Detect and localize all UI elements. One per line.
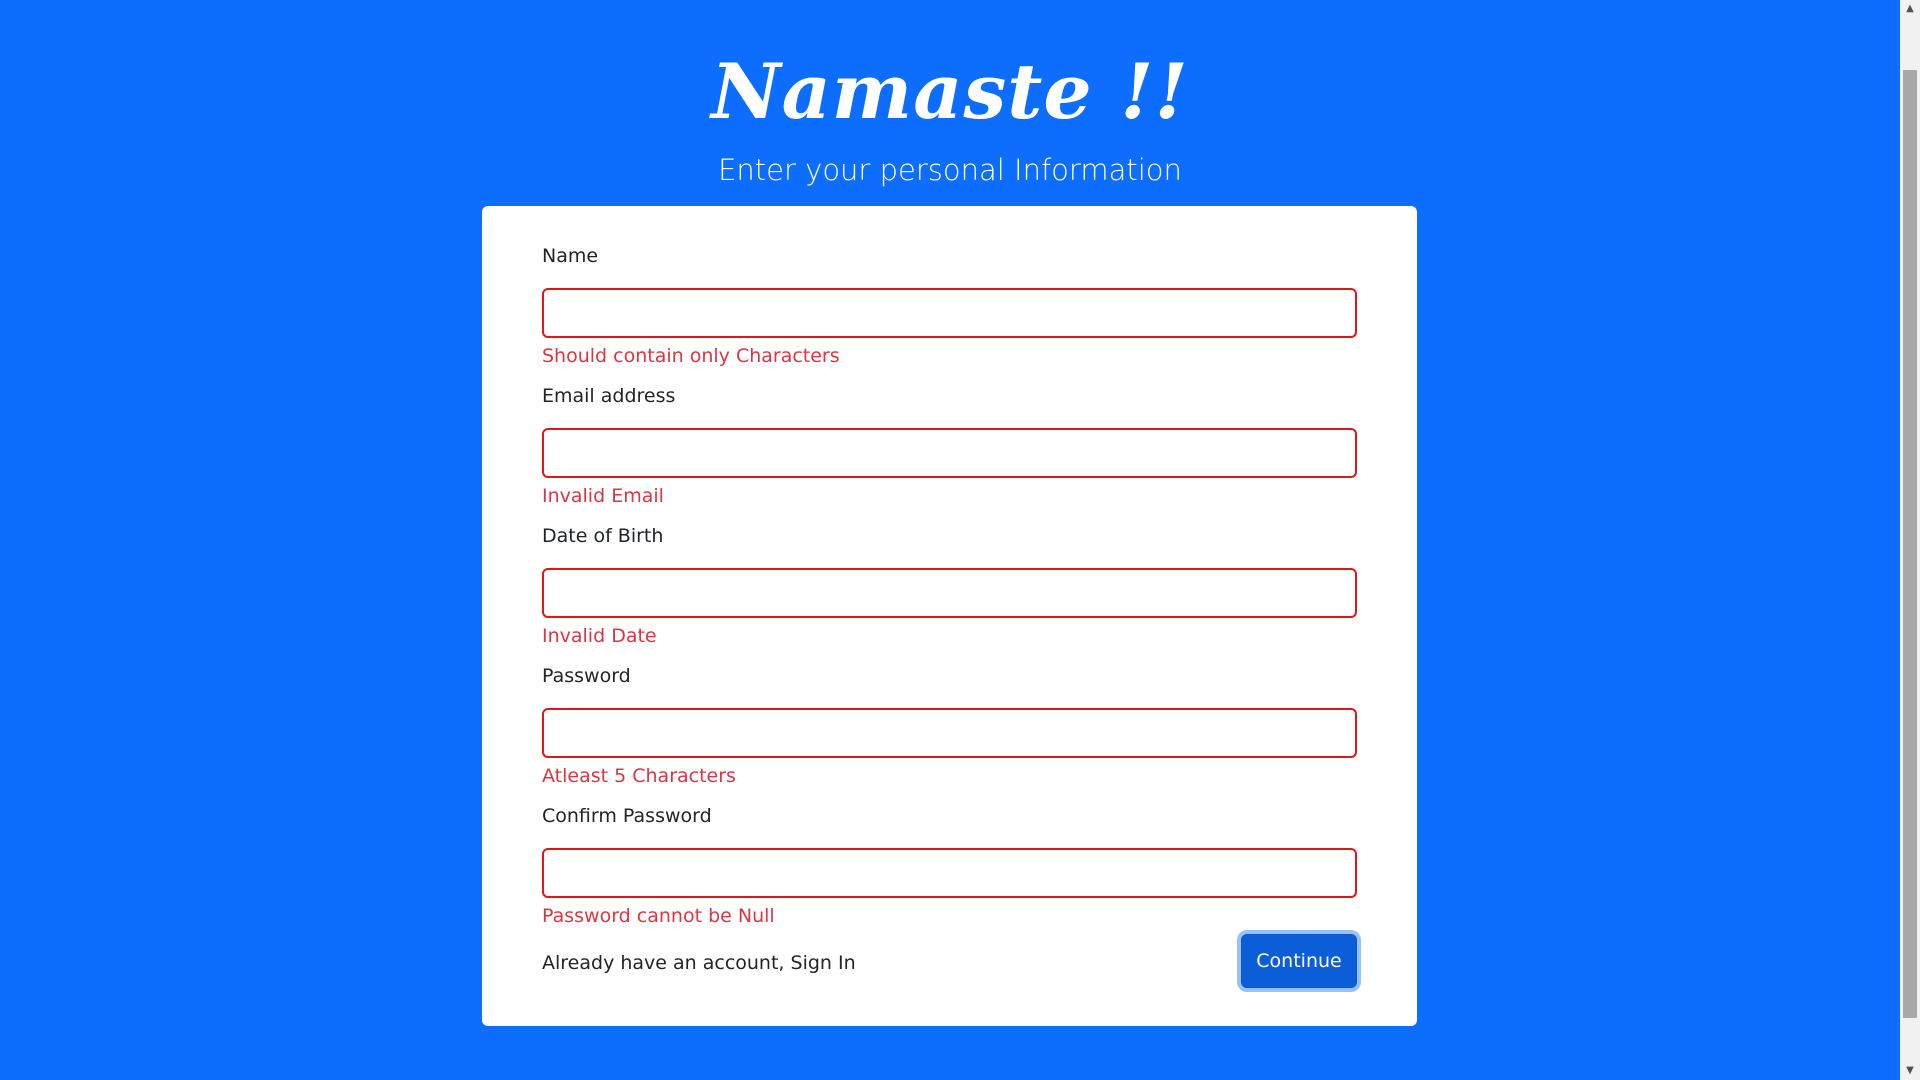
dob-label: Date of Birth	[542, 525, 664, 547]
password-field-group: Password Atleast 5 Characters	[542, 662, 1357, 790]
name-error-message: Should contain only Characters	[542, 345, 840, 367]
email-error-message: Invalid Email	[542, 485, 664, 507]
continue-button[interactable]: Continue	[1241, 934, 1357, 988]
registration-form-card: Name Should contain only Characters Emai…	[482, 206, 1417, 1026]
password-error-message: Atleast 5 Characters	[542, 765, 736, 787]
email-label: Email address	[542, 385, 676, 407]
password-label: Password	[542, 665, 631, 687]
name-input[interactable]	[542, 288, 1357, 338]
confirm-password-error-message: Password cannot be Null	[542, 905, 775, 927]
confirm-password-field-group: Confirm Password Password cannot be Null	[542, 802, 1357, 930]
email-input[interactable]	[542, 428, 1357, 478]
page: Namaste !! Enter your personal Informati…	[0, 0, 1920, 1080]
password-input[interactable]	[542, 708, 1357, 758]
confirm-password-input[interactable]	[542, 848, 1357, 898]
name-label: Name	[542, 245, 599, 267]
name-field-group: Name Should contain only Characters	[542, 242, 1357, 370]
form-footer: Already have an account, Sign In Continu…	[542, 934, 1357, 992]
vertical-scrollbar[interactable]: ▲ ▼	[1900, 0, 1920, 1080]
dob-error-message: Invalid Date	[542, 625, 657, 647]
email-field-group: Email address Invalid Email	[542, 382, 1357, 510]
dob-input[interactable]	[542, 568, 1357, 618]
scrollbar-thumb[interactable]	[1903, 70, 1917, 1018]
dob-field-group: Date of Birth Invalid Date	[542, 522, 1357, 650]
confirm-password-label: Confirm Password	[542, 805, 712, 827]
brand-title: Namaste !!	[711, 47, 1189, 136]
page-subtitle: Enter your personal Information	[718, 153, 1182, 187]
sign-in-link[interactable]: Already have an account, Sign In	[542, 949, 856, 977]
scroll-up-arrow-icon[interactable]: ▲	[1900, 0, 1920, 18]
scroll-down-arrow-icon[interactable]: ▼	[1900, 1062, 1920, 1080]
main-content: Namaste !! Enter your personal Informati…	[0, 0, 1900, 1080]
